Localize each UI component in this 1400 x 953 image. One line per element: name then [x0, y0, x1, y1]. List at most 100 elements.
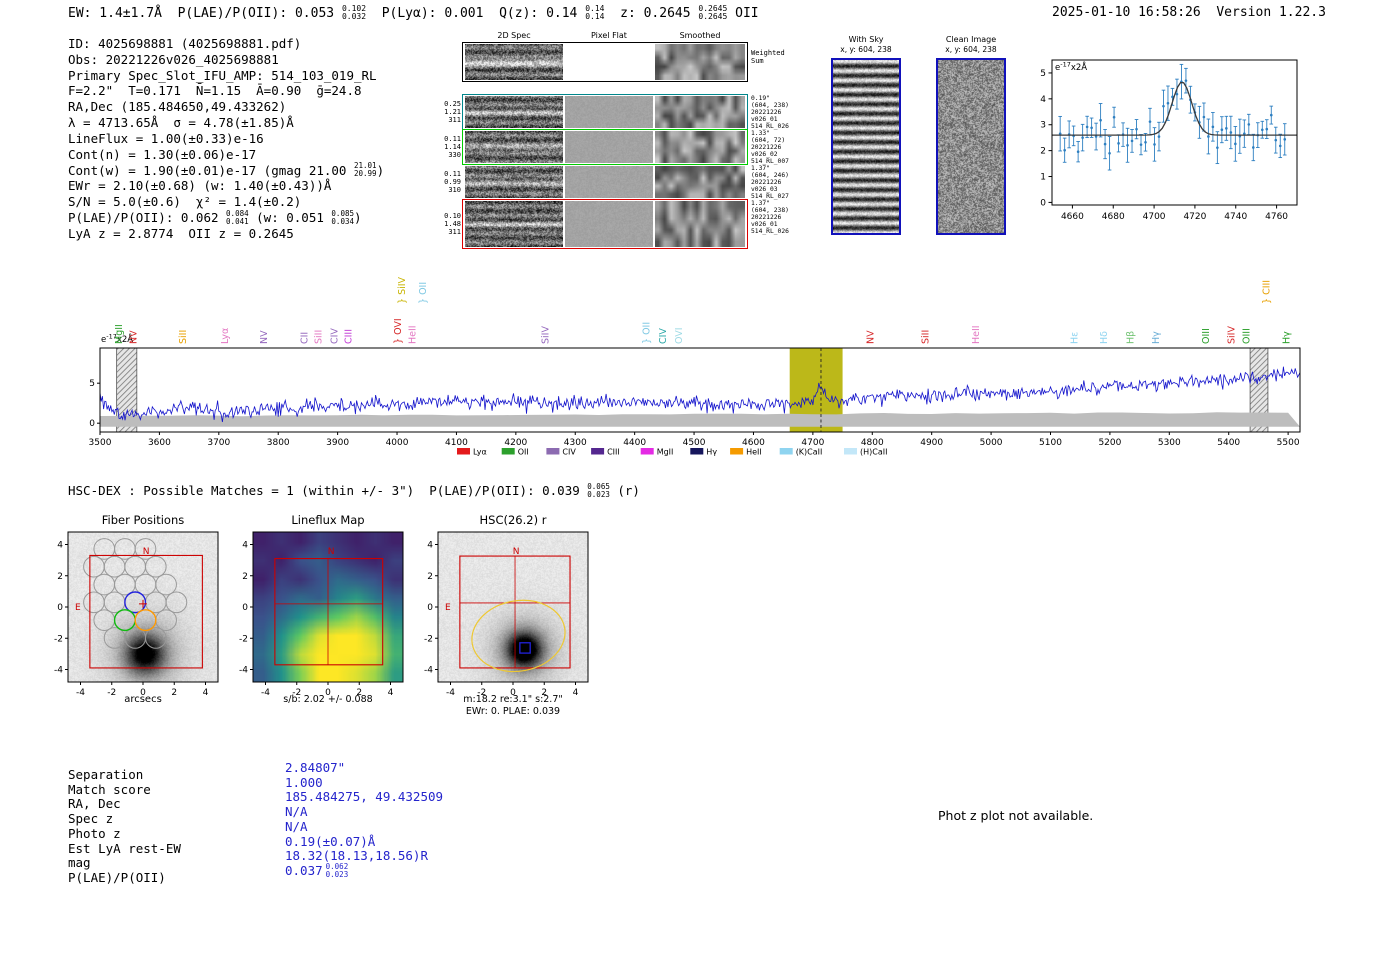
plae-range: 0.084 0.041	[226, 208, 249, 226]
emission-line-label-nv: NV	[259, 330, 270, 344]
summary-header: EW: 1.4±1.7Å P(LAE)/P(OII): 0.053 0.102 0…	[68, 4, 759, 22]
lineflux-map-caption: s/b: 2.02 +/- 0.088	[283, 694, 373, 705]
emission-line-label-cii: CII	[299, 332, 310, 344]
emission-line-label-civ: CIV	[658, 328, 669, 344]
clean-image-cutout	[938, 60, 1004, 233]
emission-line-label-mgii: MgII	[114, 324, 125, 344]
svg-text:4: 4	[242, 541, 248, 551]
hsc-r-cutout-plot: -4-4-2-2002244NE	[424, 531, 589, 698]
legend-swatch	[730, 448, 744, 455]
svg-text:3900: 3900	[326, 438, 349, 448]
lineflux-map-plot: -4-4-2-2002244N	[239, 531, 404, 698]
emission-line-label-hβ: Hβ	[1126, 331, 1137, 344]
info-redshifts: LyA z = 2.8774 OII z = 0.2645	[68, 225, 294, 241]
legend-swatch	[591, 448, 605, 455]
gaussian-fit-curve	[1052, 81, 1297, 136]
cutout-strip-smoothed-row4	[655, 166, 745, 198]
clean-image-title: Clean Image	[945, 35, 997, 44]
plae-poii-value: P(LAE)/P(OII): 0.053	[177, 5, 342, 21]
plae-w-range: 0.085 0.034	[331, 208, 354, 226]
emission-line-label-siii: SiII	[178, 330, 189, 344]
cutout-row-highlight-row5	[462, 199, 748, 249]
with-sky-title: With Sky	[848, 35, 884, 44]
emission-line-label-heii: HeII	[408, 325, 419, 344]
photz-note: Phot z plot not available.	[938, 808, 1094, 823]
fiber-positions-xlabel: arcsecs	[124, 694, 162, 705]
svg-text:5100: 5100	[1039, 438, 1062, 448]
emission-line-label-siiv: SiIV	[1227, 326, 1238, 344]
match-value-p-lae-p-oii: 0.037 0.062 0.023	[285, 861, 349, 879]
emission-line-label-civ: CIV	[330, 328, 341, 344]
legend-label: (H)CaII	[860, 448, 887, 457]
emission-line-label-hδ: Hδ	[1099, 331, 1110, 344]
legend-label: HeII	[746, 448, 762, 457]
east-label: E	[445, 603, 451, 613]
svg-text:4600: 4600	[742, 438, 765, 448]
svg-text:5200: 5200	[1098, 438, 1121, 448]
emission-line-label-ovi: } OVI	[393, 318, 404, 344]
svg-text:3800: 3800	[267, 438, 290, 448]
svg-text:-4: -4	[424, 666, 433, 676]
plae-poii-range: 0.102 0.032	[341, 4, 367, 22]
svg-text:0: 0	[1040, 198, 1046, 208]
hsc-r-title: HSC(26.2) r	[479, 513, 547, 527]
info-plae-poii: P(LAE)/P(OII): 0.062 0.084 0.041 (w: 0.05…	[68, 208, 362, 226]
cutout-row-annotation-row3: 1.33" (604, 72) 20221226 v026_02 514_RL_…	[751, 130, 789, 165]
legend-label: Lyα	[473, 448, 487, 457]
info-sn-chi2: S/N = 5.0(±0.6) χ² = 1.4(±0.2)	[68, 193, 302, 209]
info-wavelength-sigma: λ = 4713.65Å σ = 4.78(±1.85)Å	[68, 114, 294, 130]
info-ewr: EWr = 2.10(±0.68) (w: 1.40(±0.43))Å	[68, 178, 332, 194]
timestamp-version: 2025-01-10 16:58:26 Version 1.22.3	[1052, 5, 1326, 20]
legend-swatch	[844, 448, 857, 455]
weighted-sum-label: Weighted Sum	[751, 49, 785, 65]
svg-text:4760: 4760	[1265, 212, 1288, 222]
legend-label: CIII	[607, 448, 620, 457]
qz-range: 0.14 0.14	[585, 4, 605, 22]
svg-text:5: 5	[1040, 69, 1046, 79]
match-value-ra-dec: 185.484275, 49.432509	[285, 789, 444, 805]
svg-text:-2: -2	[239, 634, 248, 644]
fiber-positions-plot: -4-4-2-2002244NE	[54, 531, 219, 698]
emission-line-label-ciii: } CIII	[1262, 280, 1273, 304]
emission-line-label-siii: SiII	[314, 330, 325, 344]
svg-text:4740: 4740	[1224, 212, 1247, 222]
emission-line-label-nv: NV	[128, 330, 139, 344]
svg-text:2: 2	[57, 572, 63, 582]
svg-text:4800: 4800	[861, 438, 884, 448]
east-label: E	[75, 603, 81, 613]
emission-line-label-oiii: OIII	[1201, 328, 1212, 344]
full-spectrum-plot: 3500 3600 3700 3800 3900 4000 4100 4200 4300 4400…	[89, 276, 1301, 457]
svg-text:-2: -2	[54, 634, 63, 644]
info-id: ID: 4025698881 (4025698881.pdf)	[68, 36, 302, 51]
info-radec: RA,Dec (185.484650,49.433262)	[68, 99, 287, 115]
emission-line-label-oii: } OII	[418, 282, 429, 304]
spectrum-error-band	[100, 412, 1300, 427]
svg-text:0: 0	[89, 419, 95, 429]
svg-text:5: 5	[89, 379, 95, 389]
hsc-plae-range: 0.065 0.023	[587, 482, 610, 499]
hsc-r-caption1: m:18.2 re:3.1" s:2.7"	[463, 694, 563, 705]
svg-text:4200: 4200	[504, 438, 527, 448]
clean-image-panel	[936, 58, 1006, 235]
legend-swatch	[501, 448, 515, 455]
cutout-row-highlight-row2	[462, 94, 748, 130]
emission-line-label-hγ: Hγ	[1281, 331, 1292, 344]
info-ifu-amp: Primary Spec_Slot_IFU_AMP: 514_103_019_R…	[68, 67, 377, 83]
svg-text:4900: 4900	[920, 438, 943, 448]
emission-line-label-heii: HeII	[971, 325, 982, 344]
svg-text:1: 1	[1040, 173, 1046, 183]
cutout-row-stats-row5: 0.10 1.48 311	[444, 211, 461, 237]
clean-image-coords: x, y: 604, 238	[945, 45, 997, 54]
hsc-r-caption2: EWr: 0. PLAE: 0.039	[465, 706, 561, 717]
legend-label: Hγ	[706, 448, 717, 457]
legend-label: (K)CaII	[796, 448, 823, 457]
qz-value: Q(z): 0.14	[499, 5, 586, 21]
svg-text:5400: 5400	[1217, 438, 1240, 448]
svg-text:4500: 4500	[683, 438, 706, 448]
svg-text:2: 2	[242, 572, 248, 582]
emission-line-label-ciii: CIII	[343, 329, 354, 344]
cutout-row-highlight-row3	[462, 129, 748, 165]
north-label: N	[143, 547, 150, 557]
match-value-photo-z: N/A	[285, 818, 308, 834]
svg-text:e-17x2Å: e-17x2Å	[1055, 61, 1087, 74]
